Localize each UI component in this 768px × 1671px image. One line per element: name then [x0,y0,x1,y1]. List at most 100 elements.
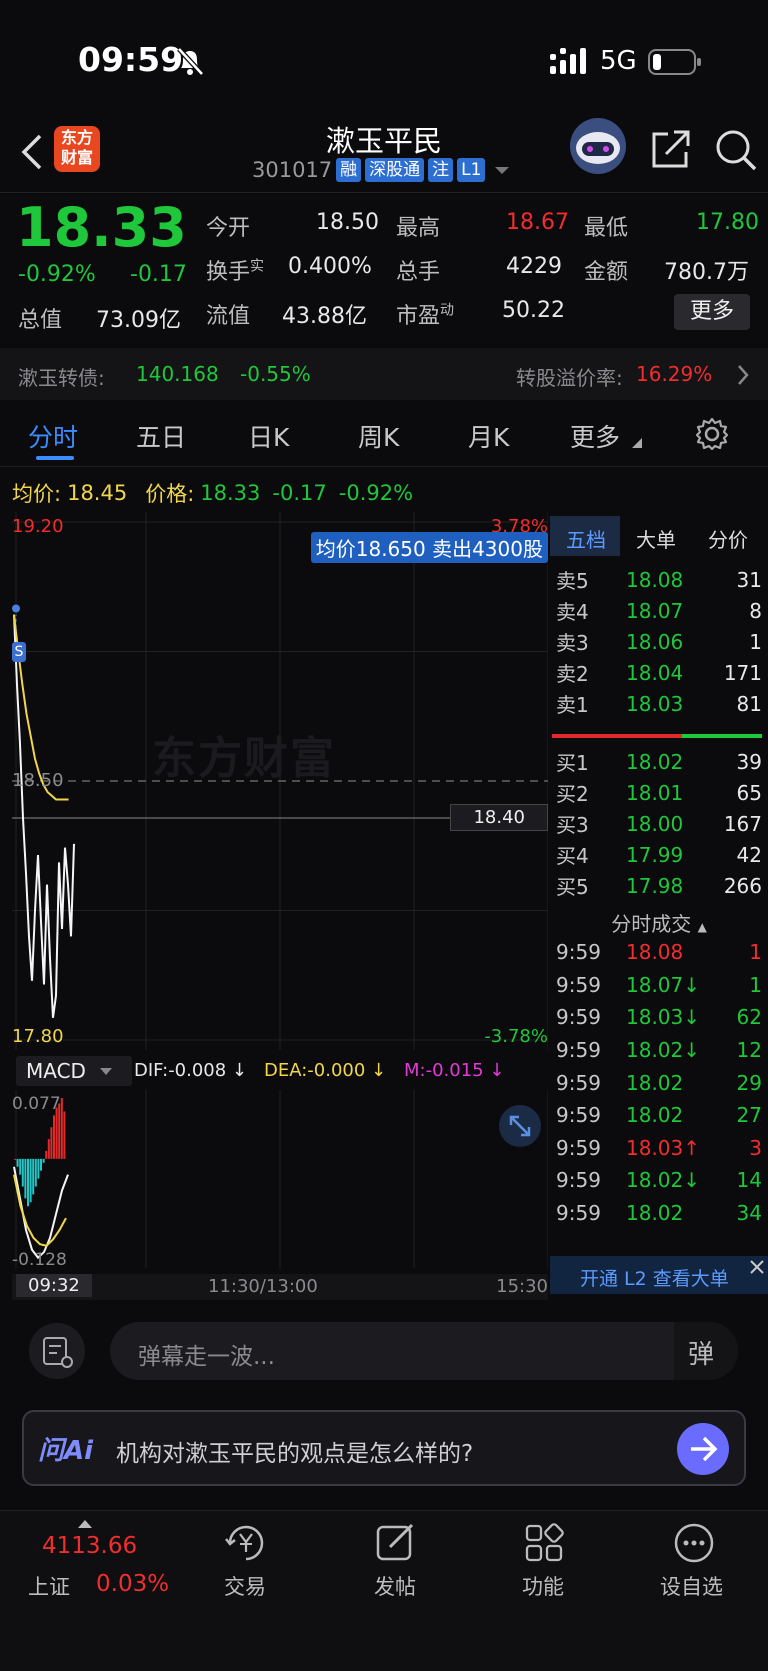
l2-banner[interactable]: 开通 L2 查看大单 [550,1256,768,1294]
float-value: 43.88亿 [282,304,367,329]
post-edit-icon[interactable] [374,1521,418,1565]
bid-ask-ratio-bar [552,734,762,738]
trade-time: 9:59 [556,940,601,965]
index-value[interactable]: 4113.66 [42,1533,137,1559]
bid-row-vol: 39 [736,749,762,774]
nav-trade[interactable]: 交易 [224,1571,266,1601]
status-time: 09:59 [78,40,184,79]
stock-header: 东方 财富 漱玉平民 301017 融 深股通 注 L1 [0,118,768,194]
stock-code-row: 301017 融 深股通 注 L1 [252,158,511,182]
macd-bar [32,1158,35,1195]
ask-row-price: 18.06 [626,629,684,654]
ask-row[interactable]: 卖1 18.03 81 [550,688,762,719]
nav-post[interactable]: 发帖 [374,1571,416,1601]
index-change[interactable]: 0.03% [96,1571,169,1597]
tab-intraday[interactable]: 分时 [28,418,78,454]
macd-bottom: -0.128 [12,1250,67,1270]
ob-tab-five[interactable]: 五档 [566,524,606,553]
premium-value: 16.29% [636,362,713,386]
bid-row-vol: 167 [723,811,762,836]
change-amount: -0.17 [130,262,187,287]
macd-caret-icon [99,1068,112,1075]
trade-yen-icon[interactable] [224,1521,268,1565]
chevron-right-icon [738,365,749,385]
nav-add-watchlist[interactable]: 设自选 [660,1571,723,1601]
volume-value: 4229 [506,254,562,279]
bond-price: 140.168 [136,362,219,386]
bid-row[interactable]: 买2 18.01 65 [550,777,762,808]
tab-more[interactable]: 更多 [570,418,620,454]
avg-label: 均价: [12,482,62,506]
ai-prompt-text: 机构对漱玉平民的观点是怎么样的? [116,1441,474,1467]
index-name[interactable]: 上证 [28,1571,70,1601]
price-change: -0.17 [272,481,327,505]
trade-time: 9:59 [556,972,601,997]
ai-prompt-bar[interactable]: 问Ai 机构对漱玉平民的观点是怎么样的? [22,1410,746,1486]
signal-icon [550,48,586,74]
ask-row[interactable]: 卖3 18.06 1 [550,626,762,657]
bid-row-label: 买3 [556,813,589,837]
macd-label: MACD [26,1059,86,1083]
tab-weekly-k[interactable]: 周K [358,418,399,454]
ask-row[interactable]: 卖4 18.07 8 [550,595,762,626]
trade-vol: 14 [736,1168,762,1193]
bottom-nav: 4113.66 上证 0.03% 交易 发帖 功能 设自选 [0,1510,768,1671]
macd-bar [42,1158,45,1163]
ask-row-vol: 171 [723,660,762,685]
pct-axis-bottom: -3.78% [484,1026,548,1047]
comment-bar: 弹幕走一波... 弹 [0,1304,768,1394]
bid-row[interactable]: 买3 18.00 167 [550,808,762,839]
bid-row[interactable]: 买5 17.98 266 [550,870,762,901]
tab-monthly-k[interactable]: 月K [468,418,509,454]
trades-title[interactable]: 分时成交 ▲ [550,908,768,937]
ask-row-price: 18.08 [626,567,684,592]
more-button[interactable]: 更多 [674,294,750,330]
trade-time: 9:59 [556,1135,601,1160]
bid-list: 买1 18.02 39 买2 18.01 65 买3 18.00 167 买4 17.99 42 买5 1… [550,746,762,901]
trade-row: 9:59 18.02 29 [550,1066,762,1099]
ob-tab-price-split[interactable]: 分价 [708,524,748,553]
macd-selector[interactable]: MACD [16,1056,132,1086]
ask-row[interactable]: 卖2 18.04 171 [550,657,762,688]
badge-connect: 深股通 [365,158,425,182]
dea-line [13,1174,67,1247]
trade-time: 9:59 [556,1038,601,1063]
trade-time: 9:59 [556,1201,601,1226]
close-icon[interactable] [748,1258,766,1276]
nav-function[interactable]: 功能 [522,1571,564,1601]
tab-daily-k[interactable]: 日K [248,418,289,454]
y-axis-top: 19.20 [12,516,64,537]
arrow-right-icon[interactable] [676,1422,730,1476]
sell-marker-icon[interactable]: S [12,642,26,662]
bid-row-vol: 65 [736,780,762,805]
ob-tab-big-order[interactable]: 大单 [636,524,676,553]
stock-code: 301017 [252,158,333,182]
bid-row[interactable]: 买4 17.99 42 [550,839,762,870]
danmu-input[interactable]: 弹幕走一波... 弹 [110,1322,738,1380]
macd-bar [34,1158,37,1187]
ask-row[interactable]: 卖5 18.08 31 [550,564,762,595]
convertible-bond-row[interactable]: 漱玉转债: 140.168 -0.55% 转股溢价率: 16.29% [0,348,768,400]
danmu-toggle[interactable]: 弹 [674,1322,738,1380]
macd-bar [55,1107,58,1159]
robot-assistant-icon[interactable] [568,116,628,176]
macd-m: M:-0.015 ↓ [404,1060,505,1081]
share-icon[interactable] [650,128,692,170]
trade-vol: 34 [736,1201,762,1226]
tab-five-day[interactable]: 五日 [136,418,186,454]
macd-dif: DIF:-0.008 ↓ [134,1060,248,1081]
change-percent: -0.92% [18,262,96,287]
intraday-chart[interactable]: 19.20 3.78% 18.50 17.80 -3.78% 均价18.650 … [12,512,548,1050]
ask-list: 卖5 18.08 31 卖4 18.07 8 卖3 18.06 1 卖2 18.04 171 卖1 18.… [550,564,762,719]
function-grid-icon[interactable] [522,1521,566,1565]
expand-icon[interactable] [498,1104,542,1148]
bid-row[interactable]: 买1 18.02 39 [550,746,762,777]
watchlist-more-icon[interactable] [672,1521,716,1565]
note-icon[interactable] [28,1322,86,1380]
caret-down-icon[interactable] [493,163,511,177]
trade-price: 18.03↑ [626,1135,701,1160]
bid-row-price: 18.01 [626,780,684,805]
search-icon[interactable] [714,128,758,172]
settings-gear-icon[interactable] [694,416,730,452]
trade-vol: 1 [749,940,762,965]
